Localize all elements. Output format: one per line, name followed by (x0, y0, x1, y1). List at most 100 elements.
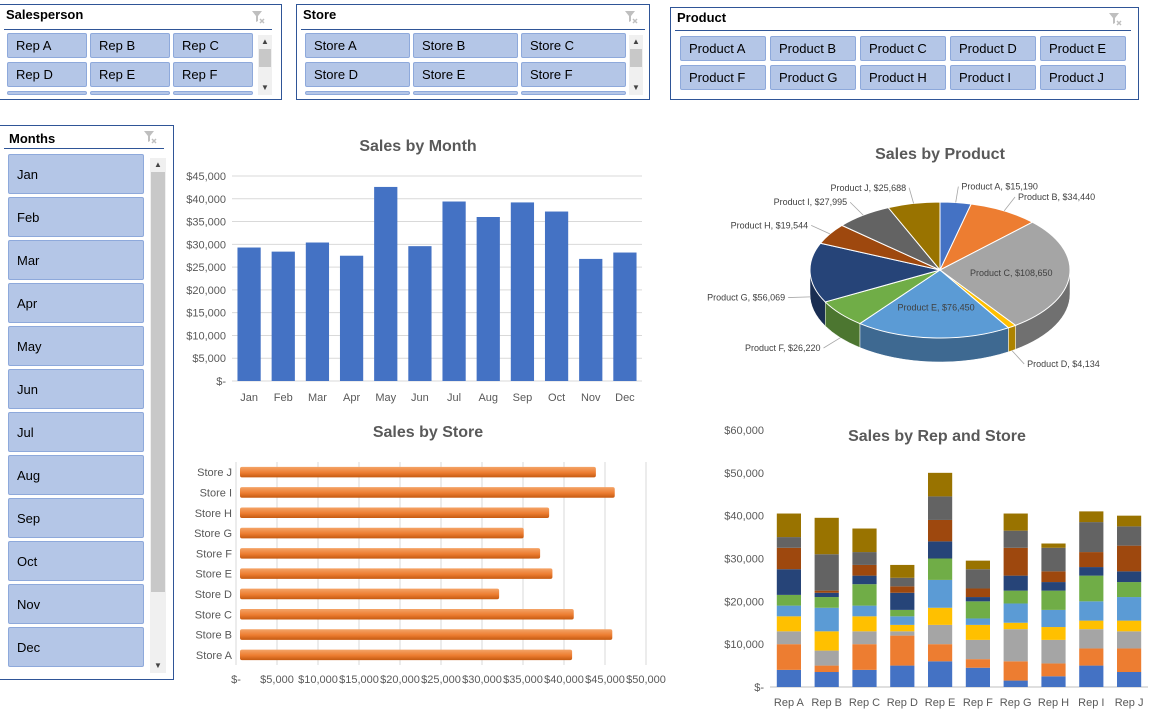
months-scrollbar[interactable]: ▲ ▼ (150, 158, 166, 673)
stack-segment-rep-a-1 (776, 644, 801, 670)
scroll-down-icon[interactable]: ▼ (152, 661, 164, 670)
month-item-nov[interactable]: Nov (8, 584, 144, 624)
product-item-product-c[interactable]: Product C (860, 36, 946, 61)
bar-sep (510, 202, 535, 381)
clear-filter-icon[interactable] (1107, 11, 1123, 27)
stack-segment-rep-a-3 (776, 616, 801, 632)
bar-aug (476, 217, 500, 381)
salesperson-item-rep-f[interactable]: Rep F (173, 62, 253, 87)
store-item-store-a[interactable]: Store A (305, 33, 410, 58)
bar-mar (305, 242, 330, 381)
stack-segment-rep-h-5 (1041, 590, 1066, 610)
stack-segment-rep-e-5 (928, 558, 953, 580)
stack-segment-rep-f-6 (965, 597, 990, 602)
store-item-store-d[interactable]: Store D (305, 62, 410, 87)
y-tick-label: $50,000 (724, 468, 764, 480)
store-item-store-b[interactable]: Store B (413, 33, 518, 58)
x-tick-label: $40,000 (544, 674, 584, 686)
month-item-apr[interactable]: Apr (8, 283, 144, 323)
x-tick-label: $10,000 (298, 674, 338, 686)
salesperson-item-rep-d[interactable]: Rep D (7, 62, 87, 87)
stack-segment-rep-i-2 (1079, 629, 1104, 649)
months-slicer: Months Jan Feb Mar Apr May Jun Jul Aug Sep Oct Nov… (0, 125, 174, 680)
y-tick-label: $30,000 (186, 239, 226, 251)
stack-segment-rep-b-3 (814, 631, 839, 651)
month-item-jan[interactable]: Jan (8, 154, 144, 194)
month-item-mar[interactable]: Mar (8, 240, 144, 280)
x-tick-label: May (375, 392, 396, 404)
stack-segment-rep-f-9 (965, 560, 990, 570)
stack-segment-rep-e-7 (928, 519, 953, 542)
y-tick-label: Store C (195, 609, 232, 621)
product-item-product-j[interactable]: Product J (1040, 65, 1126, 90)
salesperson-scrollbar[interactable]: ▲ ▼ (258, 35, 272, 95)
y-tick-label: $20,000 (186, 285, 226, 297)
month-item-sep[interactable]: Sep (8, 498, 144, 538)
stack-segment-rep-a-8 (776, 537, 801, 548)
x-tick-label: Oct (548, 392, 565, 404)
bar-store-d (240, 588, 500, 600)
stack-segment-rep-g-7 (1003, 547, 1028, 576)
stack-segment-rep-h-3 (1041, 627, 1066, 640)
bar-jun (408, 246, 432, 381)
x-tick-label: Dec (615, 392, 635, 404)
x-tick-label: Rep J (1115, 697, 1144, 709)
chart-title: Sales by Month (359, 138, 477, 155)
salesperson-item-partial (7, 91, 87, 95)
month-item-feb[interactable]: Feb (8, 197, 144, 237)
store-item-store-e[interactable]: Store E (413, 62, 518, 87)
salesperson-item-rep-c[interactable]: Rep C (173, 33, 253, 58)
stack-segment-rep-f-4 (965, 618, 990, 625)
x-tick-label: Rep B (811, 697, 842, 709)
x-tick-label: Rep D (887, 697, 918, 709)
clear-filter-icon[interactable] (623, 9, 639, 25)
clear-filter-icon[interactable] (250, 9, 266, 25)
product-item-product-i[interactable]: Product I (950, 65, 1036, 90)
store-item-store-c[interactable]: Store C (521, 33, 626, 58)
scroll-up-icon[interactable]: ▲ (152, 160, 164, 169)
stack-segment-rep-d-1 (890, 635, 915, 666)
month-item-jun[interactable]: Jun (8, 369, 144, 409)
product-item-product-g[interactable]: Product G (770, 65, 856, 90)
stack-segment-rep-f-3 (965, 624, 990, 640)
stack-segment-rep-i-8 (1079, 522, 1104, 553)
x-tick-label: Rep I (1078, 697, 1104, 709)
store-scrollbar[interactable]: ▲ ▼ (629, 35, 643, 95)
scroll-up-icon[interactable]: ▲ (259, 37, 271, 46)
stack-segment-rep-j-4 (1117, 597, 1142, 621)
product-item-product-a[interactable]: Product A (680, 36, 766, 61)
stack-segment-rep-i-5 (1079, 575, 1104, 602)
salesperson-item-rep-a[interactable]: Rep A (7, 33, 87, 58)
store-item-store-f[interactable]: Store F (521, 62, 626, 87)
stack-segment-rep-d-7 (890, 586, 915, 593)
product-item-product-b[interactable]: Product B (770, 36, 856, 61)
product-item-product-d[interactable]: Product D (950, 36, 1036, 61)
y-tick-label: $10,000 (724, 639, 764, 651)
stack-segment-rep-j-6 (1117, 571, 1142, 583)
stack-segment-rep-h-7 (1041, 571, 1066, 583)
pie-label-product-h: Product H, $19,544 (731, 220, 809, 230)
scroll-down-icon[interactable]: ▼ (259, 83, 271, 92)
month-item-jul[interactable]: Jul (8, 412, 144, 452)
product-item-product-f[interactable]: Product F (680, 65, 766, 90)
stack-segment-rep-j-8 (1117, 526, 1142, 546)
month-item-oct[interactable]: Oct (8, 541, 144, 581)
scroll-down-icon[interactable]: ▼ (630, 83, 642, 92)
salesperson-item-rep-b[interactable]: Rep B (90, 33, 170, 58)
y-tick-label: $40,000 (186, 194, 226, 206)
scroll-up-icon[interactable]: ▲ (630, 37, 642, 46)
y-tick-label: $30,000 (724, 554, 764, 566)
month-item-may[interactable]: May (8, 326, 144, 366)
x-tick-label: $45,000 (585, 674, 625, 686)
bar-store-f (240, 548, 541, 559)
salesperson-item-rep-e[interactable]: Rep E (90, 62, 170, 87)
clear-filter-icon[interactable] (142, 129, 158, 145)
stack-segment-rep-i-4 (1079, 601, 1104, 621)
product-slicer: Product Product A Product B Product C Produ… (670, 7, 1139, 100)
month-item-dec[interactable]: Dec (8, 627, 144, 667)
pie-label-product-i: Product I, $27,995 (774, 197, 848, 207)
y-tick-label: $15,000 (186, 308, 226, 320)
product-item-product-h[interactable]: Product H (860, 65, 946, 90)
month-item-aug[interactable]: Aug (8, 455, 144, 495)
product-item-product-e[interactable]: Product E (1040, 36, 1126, 61)
